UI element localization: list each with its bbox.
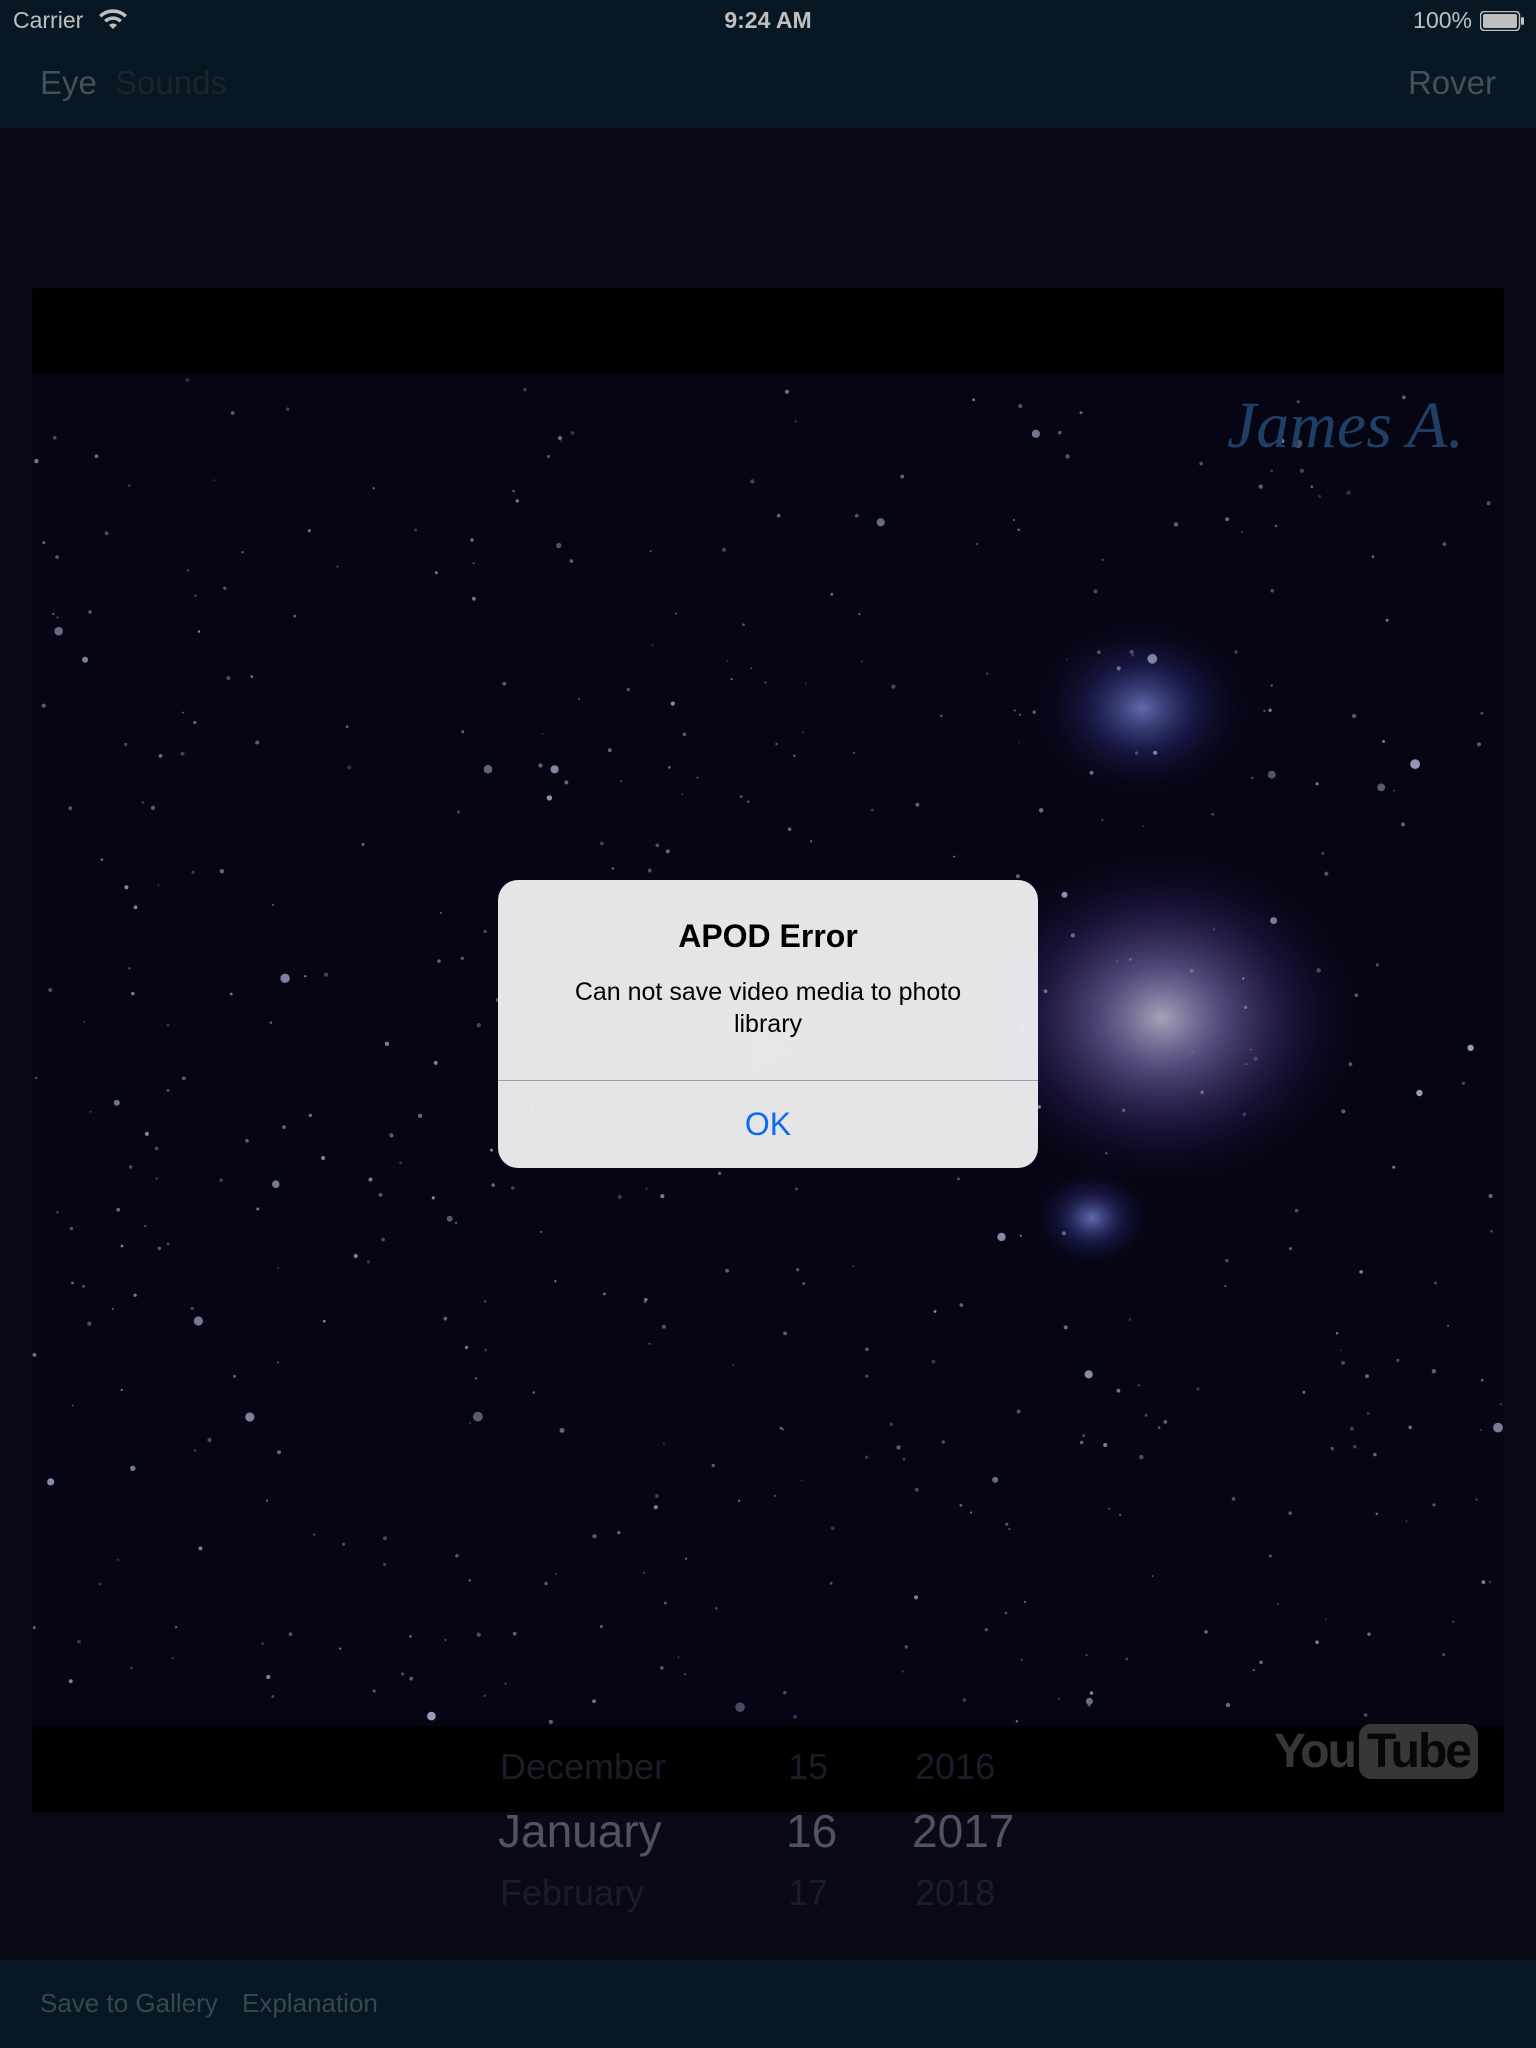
alert-ok-button[interactable]: OK — [498, 1081, 1038, 1168]
error-alert-dialog: APOD Error Can not save video media to p… — [498, 880, 1038, 1168]
alert-message: Can not save video media to photo librar… — [574, 978, 962, 1038]
alert-title: APOD Error — [678, 918, 858, 954]
app-screen: Carrier 9:24 AM 100% Eye Sounds Rover Ja… — [0, 0, 1536, 2048]
